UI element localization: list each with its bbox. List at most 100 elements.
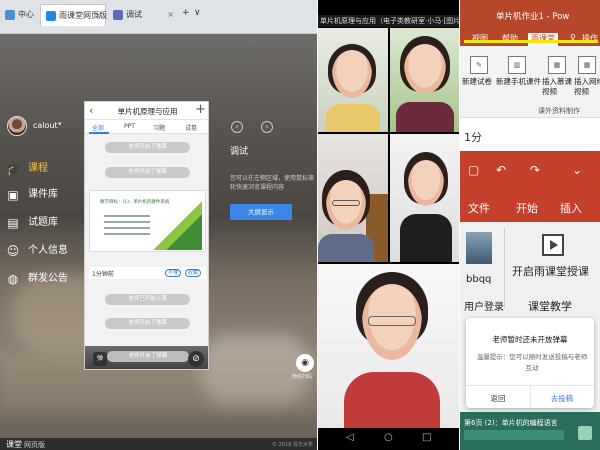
tab-list-button[interactable]: ∨ (194, 8, 201, 18)
back-button[interactable]: 返回 (466, 393, 530, 404)
user-login-label[interactable]: 用户登录 (464, 298, 504, 313)
glasses-image (368, 316, 416, 326)
class-teaching-label[interactable]: 课堂教学 (528, 298, 572, 314)
new-quiz-label[interactable]: 新建试卷 (462, 77, 492, 87)
sidebar-item-profile[interactable]: ☺ 个人信息 (6, 242, 86, 260)
sidebar-item-announcement[interactable]: ◍ 群发公告 (6, 270, 86, 288)
android-nav-bar: ◁ ○ □ (318, 428, 460, 450)
new-quiz-icon[interactable]: ✎ (470, 56, 488, 74)
start-class-button[interactable]: 开启雨课堂授课 (512, 263, 589, 279)
browser-window: 中心 雨课堂网页版 × 调试 × + ∨ calout ▾ 🎓 课程 ▣ 课件库… (0, 0, 318, 450)
sidebar-item-courses[interactable]: 🎓 课程 (6, 160, 86, 178)
chevron-down-icon[interactable]: ▾ (58, 120, 62, 128)
tab-underline (89, 132, 109, 134)
tab-exercise[interactable]: 习题 (153, 123, 165, 132)
tab-ppt[interactable]: PPT (124, 123, 135, 130)
tab-home[interactable]: 开始 (516, 200, 538, 216)
notice-pill: 老师开启了弹幕 (105, 318, 190, 329)
divider (504, 228, 505, 308)
video-tile[interactable] (318, 134, 388, 262)
tab-file[interactable]: 文件 (468, 200, 490, 216)
tab-favicon-icon (113, 10, 123, 20)
person-image (404, 44, 446, 94)
video-tile[interactable] (390, 28, 460, 132)
insert-mooc-label[interactable]: 插入慕课视频 (542, 77, 572, 97)
ppt-title: 单片机作业1 - Pow (496, 12, 570, 22)
page-footer: 课堂 网页版 © 2018 清华大学 (0, 438, 318, 450)
tab-insert[interactable]: 插入 (560, 200, 582, 216)
new-courseware-label[interactable]: 新建手机课件 (496, 77, 541, 87)
save-icon[interactable]: ▢ (468, 163, 479, 177)
redo-icon[interactable]: ↷ (530, 163, 540, 177)
mooc-icon[interactable]: ▦ (548, 56, 566, 74)
tab-exam[interactable]: 试卷 (185, 123, 197, 132)
tab-label: 中心 (18, 10, 34, 19)
video-tile[interactable] (390, 134, 460, 262)
person-image (396, 102, 454, 132)
fullscreen-button[interactable]: 大屏显示 (230, 204, 292, 220)
sidebar-item-label: 群发公告 (28, 273, 68, 284)
mute-icon[interactable]: ⊘ (188, 351, 204, 367)
more-icon[interactable]: ⌄ (572, 163, 582, 177)
danmaku-bar: 老师开启了弹幕 (107, 351, 189, 362)
notice-pill: 老师开启了弹幕 (105, 167, 190, 178)
sidebar-item-courseware[interactable]: ▣ 课件库 (6, 186, 86, 204)
slide-line (104, 233, 150, 235)
slide-footer-text: 第6页 (2)：单片机的编程语言 (464, 419, 558, 427)
new-tab-button[interactable]: + (182, 8, 190, 18)
hint-text: 您可以在左侧区域，使用鼠标滚轮快速浏览课程内容 (230, 175, 315, 191)
slide-content (464, 430, 564, 440)
back-icon[interactable]: ◁ (346, 432, 354, 443)
submit-button[interactable]: 去投稿 (530, 393, 594, 404)
ppt-mobile-tabs: 文件 开始 插入 (460, 190, 600, 222)
username[interactable]: calout (33, 121, 58, 130)
phone-title: 单片机原理与应用 (117, 107, 178, 116)
browser-tab[interactable]: 中心 (0, 4, 38, 26)
call-title: 单片机原理与应用（电子类教研室·小马·[图片]） (318, 15, 460, 27)
page-counter: 1分 (464, 131, 482, 144)
slide-card[interactable]: 教学目标：(1)：单片机的硬件系统 第4页 (89, 190, 206, 252)
web-video-icon[interactable]: ▦ (578, 56, 596, 74)
ppt-ribbon-tabs: 视图 帮助 雨课堂 ♀ 操作 (460, 30, 600, 46)
video-tile[interactable] (318, 28, 388, 132)
recent-apps-icon[interactable]: □ (422, 432, 431, 443)
home-icon[interactable]: ○ (384, 432, 393, 443)
danmaku-button[interactable]: 弹 (93, 352, 107, 366)
browser-tab-active[interactable]: 雨课堂网页版 × (40, 4, 107, 27)
undo-icon[interactable]: ↶ (496, 163, 506, 177)
wechat-icon[interactable]: ◉ (296, 354, 314, 372)
ppt-mobile: ▢ ↶ ↷ ⌄ 文件 开始 插入 bbqq 开启雨课堂授课 用户登录 课堂教学 … (460, 150, 600, 450)
slide-line (104, 215, 150, 217)
close-icon[interactable]: × (167, 4, 174, 26)
prev-page-button[interactable]: ‹ (231, 121, 243, 133)
tab-all[interactable]: 全部 (92, 123, 104, 132)
close-icon[interactable]: × (94, 5, 101, 27)
insert-web-video-label[interactable]: 插入网络视频 (574, 77, 600, 97)
ppt-titlebar: 单片机作业1 - Pow (460, 0, 600, 30)
person-image (326, 104, 380, 132)
slide-line (104, 221, 150, 223)
danmaku-dialog: 老师暂时还未开放弹幕 温馨提示：您可以随时发送投稿与老师互动 返回 去投稿 (466, 318, 594, 408)
panel-divider (317, 0, 318, 450)
sidebar-item-question-bank[interactable]: ▤ 试题库 (6, 214, 86, 232)
avatar[interactable] (7, 116, 27, 136)
dont-understand-button[interactable]: 不懂 (165, 269, 181, 277)
tab-favicon-icon (46, 11, 56, 21)
start-class-icon[interactable] (542, 234, 564, 256)
slide-footer: 第6页 (2)：单片机的编程语言 (460, 412, 600, 450)
slides-icon: ▣ (7, 188, 19, 202)
browser-tab[interactable]: 调试 × (108, 4, 178, 26)
next-page-button[interactable]: › (261, 121, 273, 133)
notice-pill: 老师开启了弹幕 (105, 142, 190, 153)
slide-icon (578, 426, 592, 440)
phone-preview: ‹ 单片机原理与应用 + 全部 PPT 习题 试卷 老师开启了弹幕 老师开启了弹… (84, 101, 209, 370)
wechat-label: 微信扫码 (292, 374, 313, 380)
slide-title: 教学目标：(1)：单片机的硬件系统 (100, 200, 170, 205)
plus-icon[interactable]: + (195, 102, 206, 117)
video-tile[interactable] (318, 264, 460, 428)
new-courseware-icon[interactable]: ▥ (508, 56, 526, 74)
tab-label: 调试 (126, 10, 142, 19)
favorite-button[interactable]: 收藏 (185, 269, 201, 277)
sidebar-item-label: 课程 (28, 163, 48, 174)
phone-tabs: 全部 PPT 习题 试卷 (85, 120, 208, 134)
